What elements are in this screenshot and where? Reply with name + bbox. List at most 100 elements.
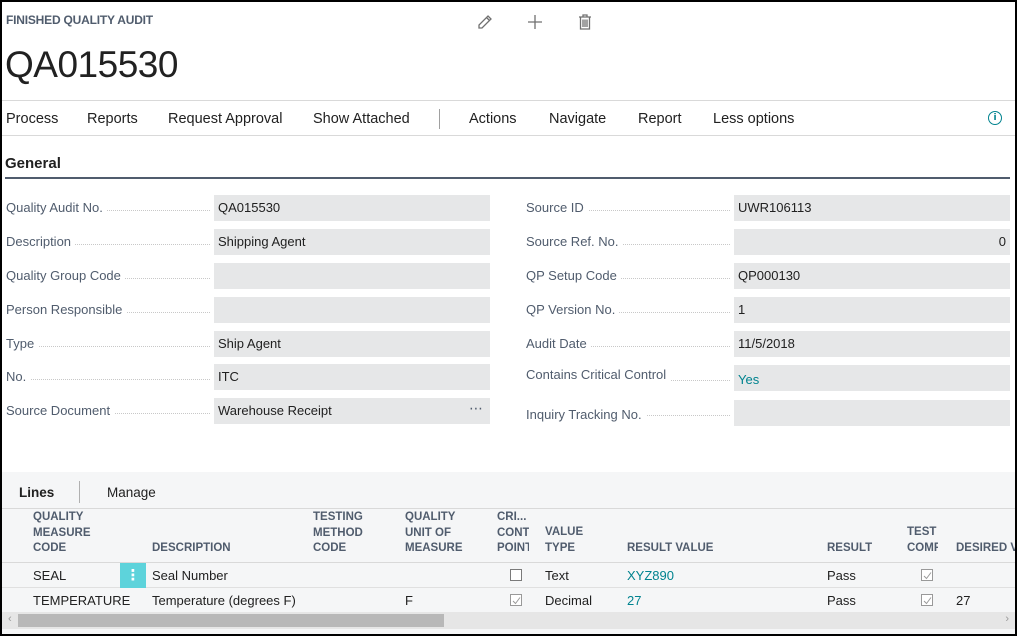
action-request-approval[interactable]: Request Approval: [168, 111, 282, 127]
type-input[interactable]: Ship Agent: [214, 331, 490, 357]
table-row[interactable]: TEMPERATURE Temperature (degrees F) F De…: [2, 588, 1015, 613]
delete-button[interactable]: [560, 11, 610, 33]
critical-control-checkbox[interactable]: [510, 569, 522, 581]
row-menu-button[interactable]: ⋮: [120, 563, 146, 588]
col-desired-value[interactable]: DESIRED VALUE: [956, 541, 1015, 557]
contains-critical-control-value[interactable]: Yes: [734, 365, 1010, 391]
field-quality-group-code: Quality Group Code: [6, 263, 490, 289]
action-navigate[interactable]: Navigate: [549, 111, 606, 127]
field-qp-version-no: QP Version No. 1: [526, 297, 1010, 323]
action-actions[interactable]: Actions: [469, 111, 517, 127]
field-label: Audit Date: [526, 336, 591, 351]
field-label: Source Ref. No.: [526, 234, 623, 249]
field-type: Type Ship Agent: [6, 331, 490, 357]
action-process[interactable]: Process: [6, 111, 58, 127]
table-row[interactable]: SEAL ⋮ Seal Number Text XYZ890 Pass: [2, 563, 1015, 588]
pencil-icon: [478, 15, 492, 29]
cell-result: Pass: [827, 568, 856, 583]
cell-result-value[interactable]: 27: [627, 593, 641, 608]
col-quality-unit-of-measure[interactable]: QUALITY UNIT OF MEASURE: [405, 510, 463, 557]
field-inquiry-tracking-no: Inquiry Tracking No.: [526, 400, 1010, 426]
field-label: QP Version No.: [526, 302, 620, 317]
grid-top-border: [2, 508, 1015, 509]
audit-date-input[interactable]: 11/5/2018: [734, 331, 1010, 357]
cell-result-value[interactable]: XYZ890: [627, 568, 674, 583]
page-caption: FINISHED QUALITY AUDIT: [6, 13, 153, 27]
field-source-id: Source ID UWR106113: [526, 195, 1010, 221]
field-audit-date: Audit Date 11/5/2018: [526, 331, 1010, 357]
test-complete-checkbox[interactable]: [921, 594, 933, 606]
qp-version-no-input[interactable]: 1: [734, 297, 1010, 323]
lines-subpage: Lines Manage QUALITY MEASURE CODE DESCRI…: [2, 472, 1015, 634]
lookup-ellipsis-icon[interactable]: ⋯: [469, 400, 484, 417]
col-testing-method-code[interactable]: TESTING METHOD CODE: [313, 510, 363, 557]
action-report[interactable]: Report: [638, 111, 682, 127]
quality-audit-no-input[interactable]: QA015530: [214, 195, 490, 221]
quality-group-code-input[interactable]: [214, 263, 490, 289]
label-leader: [6, 379, 210, 380]
qp-setup-code-input[interactable]: QP000130: [734, 263, 1010, 289]
person-responsible-input[interactable]: [214, 297, 490, 323]
cell-desired: 27: [956, 593, 971, 608]
scroll-left-icon[interactable]: ‹: [8, 613, 12, 625]
col-description[interactable]: DESCRIPTION: [152, 541, 231, 557]
field-person-responsible: Person Responsible: [6, 297, 490, 323]
plus-icon: [528, 15, 542, 29]
action-less-options[interactable]: Less options: [713, 111, 794, 127]
header-toolbar: [460, 11, 610, 33]
source-document-value: Warehouse Receipt: [218, 403, 332, 418]
field-source-document: Source Document Warehouse Receipt ⋯: [6, 398, 490, 424]
tab-lines[interactable]: Lines: [19, 485, 54, 500]
action-show-attached[interactable]: Show Attached: [313, 111, 410, 127]
field-description: Description Shipping Agent: [6, 229, 490, 255]
field-label: Quality Audit No.: [6, 200, 107, 215]
cell-description: Temperature (degrees F): [152, 593, 296, 608]
field-no: No. ITC: [6, 364, 490, 390]
check-icon: [923, 572, 932, 580]
field-label: Source ID: [526, 200, 588, 215]
description-input[interactable]: Shipping Agent: [214, 229, 490, 255]
cell-value-type: Decimal: [545, 593, 592, 608]
cell-value-type: Text: [545, 568, 569, 583]
source-document-input[interactable]: Warehouse Receipt ⋯: [214, 398, 490, 424]
source-ref-no-input[interactable]: 0: [734, 229, 1010, 255]
field-label: No.: [6, 369, 31, 384]
test-complete-checkbox[interactable]: [921, 569, 933, 581]
field-label: Person Responsible: [6, 302, 127, 317]
edit-button[interactable]: [460, 11, 510, 33]
scroll-right-icon[interactable]: ›: [1005, 613, 1009, 625]
field-label: QP Setup Code: [526, 268, 621, 283]
field-contains-critical-control: Contains Critical Control Yes: [526, 365, 1010, 391]
no-input[interactable]: ITC: [214, 364, 490, 390]
inquiry-tracking-no-input[interactable]: [734, 400, 1010, 426]
info-icon[interactable]: i: [988, 111, 1002, 125]
col-critical-control-point[interactable]: CRI... CONT POINT: [497, 510, 529, 557]
tab-manage[interactable]: Manage: [107, 485, 156, 500]
action-separator: [439, 109, 440, 129]
col-result-value[interactable]: RESULT VALUE: [627, 541, 713, 557]
source-id-input[interactable]: UWR106113: [734, 195, 1010, 221]
col-quality-measure-code[interactable]: QUALITY MEASURE CODE: [33, 510, 91, 557]
action-reports[interactable]: Reports: [87, 111, 138, 127]
col-test-complete[interactable]: TEST COMP: [907, 525, 938, 556]
horizontal-scrollbar[interactable]: ‹ ›: [2, 612, 1015, 629]
cell-code: TEMPERATURE: [33, 593, 131, 608]
field-label: Inquiry Tracking No.: [526, 407, 646, 422]
field-label: Description: [6, 234, 76, 249]
col-value-type[interactable]: VALUE TYPE: [545, 525, 583, 556]
cell-code: SEAL: [33, 568, 67, 583]
cell-description: Seal Number: [152, 568, 228, 583]
field-label: Quality Group Code: [6, 268, 125, 283]
field-label: Type: [6, 336, 39, 351]
critical-control-checkbox[interactable]: [510, 594, 522, 606]
scrollbar-thumb[interactable]: [18, 614, 444, 627]
col-result[interactable]: RESULT: [827, 541, 872, 557]
cell-uom: F: [405, 593, 413, 608]
tab-separator: [79, 481, 80, 503]
new-button[interactable]: [510, 11, 560, 33]
section-general-title: General: [5, 155, 61, 172]
page-frame: FINISHED QUALITY AUDIT QA015530 Process …: [2, 2, 1015, 634]
page-title: QA015530: [5, 44, 178, 85]
field-label: Source Document: [6, 403, 115, 418]
cell-result: Pass: [827, 593, 856, 608]
